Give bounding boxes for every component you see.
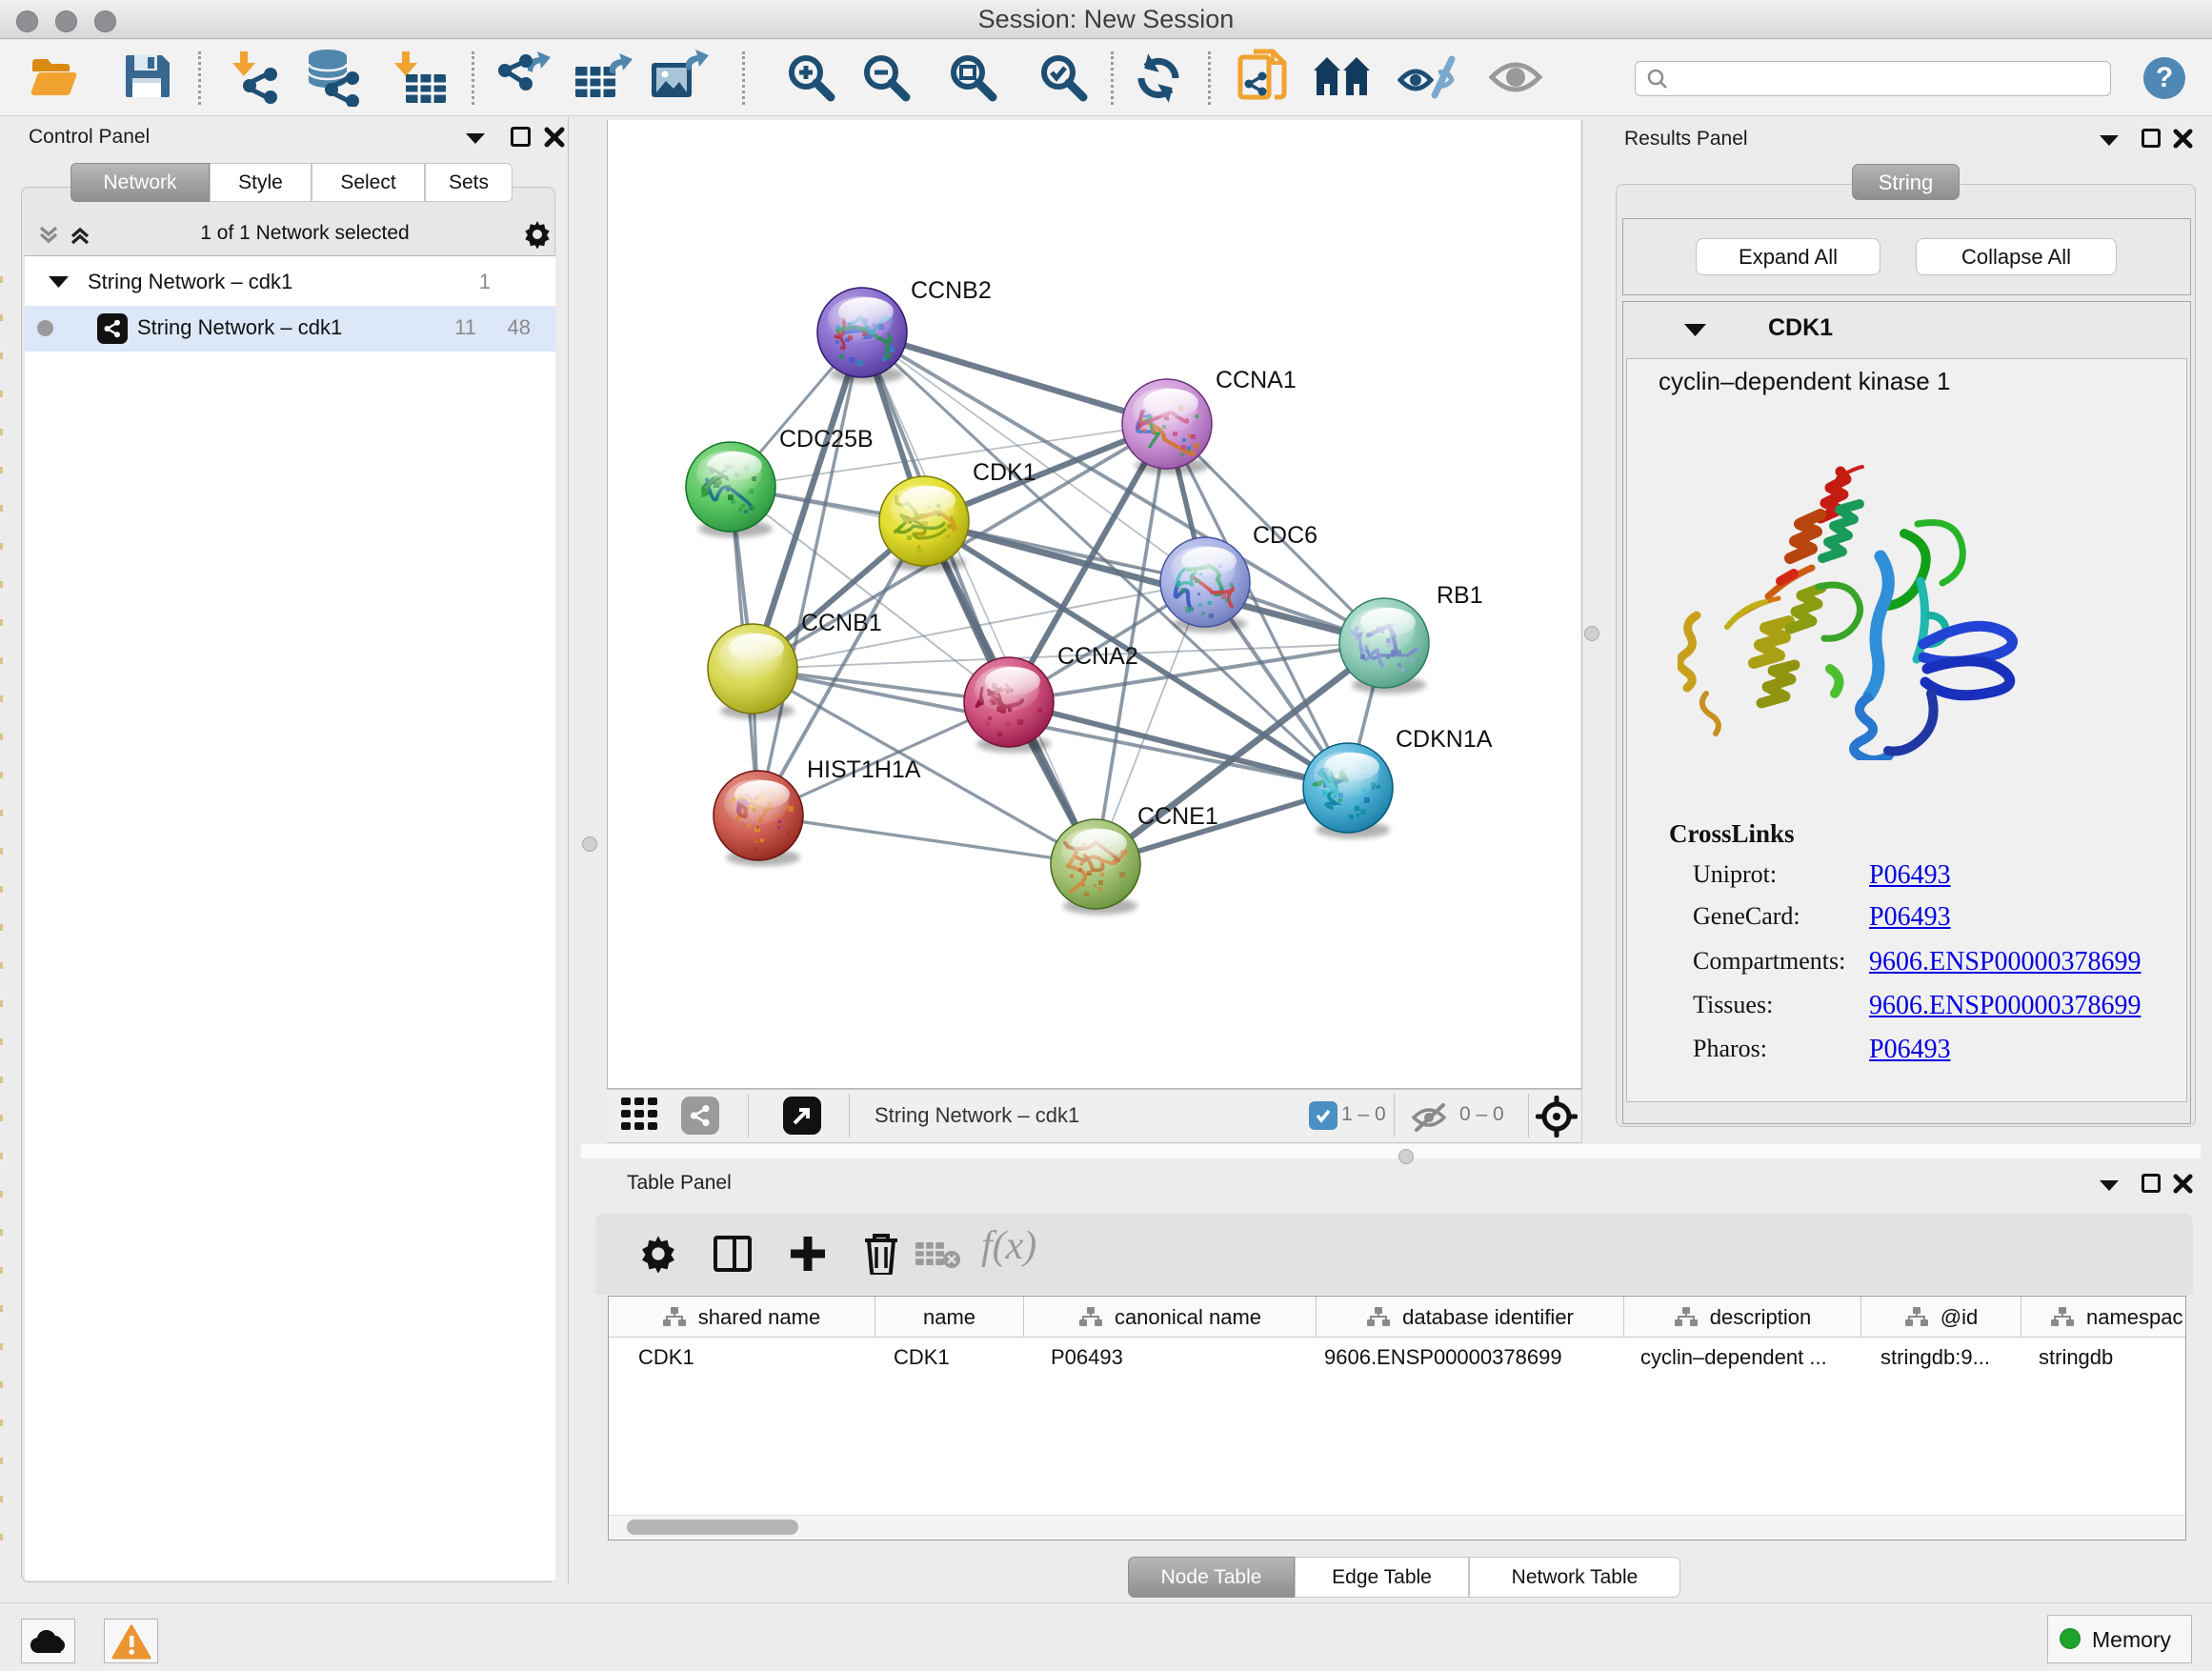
svg-text:HIST1H1A: HIST1H1A <box>807 756 921 783</box>
svg-text:RB1: RB1 <box>1437 582 1483 609</box>
svg-text:CDC6: CDC6 <box>1253 522 1317 549</box>
svg-text:CCNA1: CCNA1 <box>1216 367 1297 393</box>
svg-text:CCNA2: CCNA2 <box>1057 643 1138 670</box>
svg-text:CDC25B: CDC25B <box>779 426 874 453</box>
svg-text:CCNB1: CCNB1 <box>801 610 882 636</box>
svg-text:CDKN1A: CDKN1A <box>1396 726 1493 753</box>
svg-text:CCNB2: CCNB2 <box>911 277 992 304</box>
svg-text:CCNE1: CCNE1 <box>1137 803 1218 830</box>
svg-text:CDK1: CDK1 <box>973 459 1036 486</box>
